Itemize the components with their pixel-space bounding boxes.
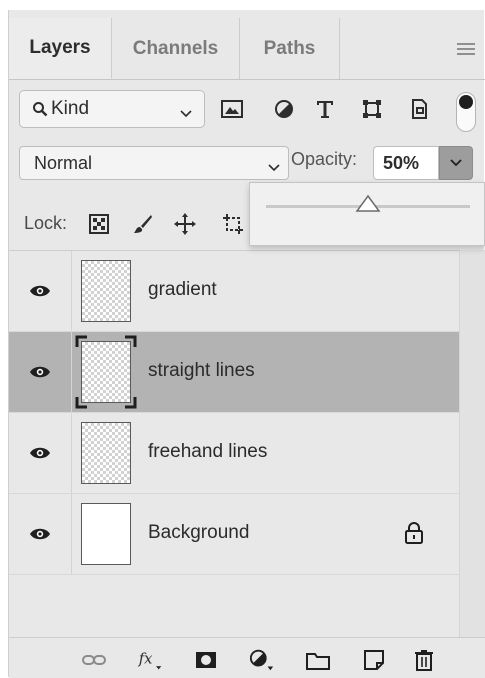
lock-image-pixels-icon[interactable] (131, 212, 155, 236)
filter-toggle-switch[interactable] (456, 92, 476, 132)
shape-filter-icon[interactable] (359, 96, 385, 122)
new-group-icon[interactable] (305, 648, 331, 672)
opacity-input[interactable]: 50% (373, 146, 439, 180)
adjustment-filter-icon[interactable] (271, 96, 297, 122)
opacity-dropdown-button[interactable] (439, 146, 473, 180)
pixel-filter-icon[interactable] (219, 96, 245, 122)
layer-thumbnail (81, 422, 131, 484)
panel-menu-icon[interactable] (457, 43, 475, 57)
layer-name[interactable]: straight lines (148, 360, 255, 382)
fx-icon[interactable]: fx (137, 648, 163, 672)
search-icon (32, 101, 48, 117)
layer-thumbnail (81, 503, 131, 565)
layers-footer-toolbar: fx (9, 637, 485, 678)
panel-tab-bar: Layers Channels Paths (9, 18, 485, 80)
delete-layer-icon[interactable] (411, 648, 437, 672)
layer-row-straight-lines[interactable]: straight lines (9, 332, 459, 413)
lock-artboard-icon[interactable] (221, 212, 245, 236)
blend-mode-select[interactable]: Normal (19, 146, 289, 180)
panel-scrollbar[interactable] (459, 250, 485, 646)
layer-name[interactable]: freehand lines (148, 441, 267, 463)
adjustment-layer-icon[interactable] (249, 648, 275, 672)
tab-layers[interactable]: Layers (9, 18, 112, 79)
visibility-eye-icon[interactable] (9, 251, 72, 331)
new-layer-icon[interactable] (361, 648, 387, 672)
opacity-label: Opacity: (291, 149, 358, 169)
layer-row-gradient[interactable]: gradient (9, 251, 459, 332)
filter-kind-select[interactable]: Kind (19, 90, 205, 128)
layer-lock-icon[interactable] (405, 522, 423, 549)
opacity-slider-popup (249, 182, 485, 246)
chevron-down-icon (180, 103, 192, 125)
layer-row-freehand-lines[interactable]: freehand lines (9, 413, 459, 494)
lock-transparent-pixels-icon[interactable] (87, 212, 111, 236)
link-layers-icon[interactable] (81, 648, 107, 672)
layers-panel: Layers Channels Paths Kind Normal Opacit… (8, 10, 485, 678)
chevron-down-icon (268, 157, 280, 178)
tab-paths[interactable]: Paths (240, 18, 340, 79)
add-mask-icon[interactable] (193, 648, 219, 672)
visibility-eye-icon[interactable] (9, 494, 72, 574)
opacity-slider-thumb[interactable] (355, 194, 381, 218)
visibility-eye-icon[interactable] (9, 413, 72, 493)
visibility-eye-icon[interactable] (9, 332, 72, 412)
layer-name[interactable]: gradient (148, 279, 217, 301)
smart-object-filter-icon[interactable] (406, 96, 432, 122)
layers-list: gradient straight lines freehand lines B… (9, 250, 459, 587)
lock-position-icon[interactable] (173, 212, 197, 236)
selected-thumbnail-frame (75, 335, 137, 409)
type-filter-icon[interactable] (312, 96, 338, 122)
layer-name[interactable]: Background (148, 522, 249, 544)
chevron-down-icon (450, 159, 462, 167)
layer-row-background[interactable]: Background (9, 494, 459, 575)
filter-kind-label: Kind (51, 98, 90, 119)
lock-label: Lock: (24, 213, 68, 233)
svg-text:fx: fx (138, 650, 153, 667)
tab-channels[interactable]: Channels (112, 18, 240, 79)
layer-thumbnail (81, 260, 131, 322)
blend-mode-label: Normal (34, 152, 93, 173)
